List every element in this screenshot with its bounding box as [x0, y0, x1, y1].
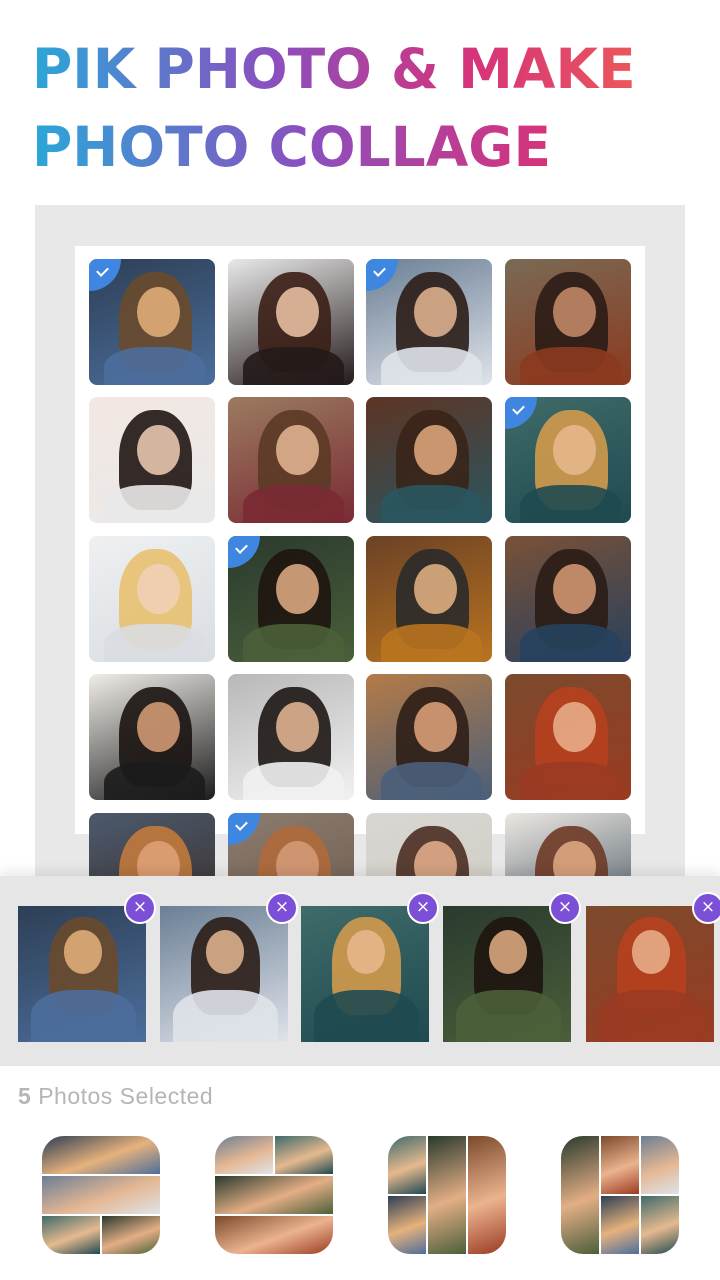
- collage-cell: [42, 1136, 160, 1174]
- gallery-photo[interactable]: [89, 674, 215, 800]
- collage-layout-3[interactable]: [388, 1136, 506, 1254]
- photos-selected-status: 5 Photos Selected: [18, 1083, 213, 1110]
- gallery-photo[interactable]: [228, 397, 354, 523]
- gallery-photo[interactable]: [228, 674, 354, 800]
- collage-cell: [468, 1136, 506, 1254]
- collage-cell: [42, 1176, 160, 1214]
- collage-cell: [601, 1196, 639, 1254]
- collage-cell: [428, 1136, 466, 1254]
- headline: PIK PHOTO & MAKE PHOTO COLLAGE: [32, 30, 712, 186]
- collage-cell: [215, 1216, 333, 1254]
- remove-photo-icon[interactable]: ×: [407, 892, 439, 924]
- selected-count: 5: [18, 1083, 32, 1109]
- gallery-photo[interactable]: [89, 259, 215, 385]
- remove-photo-icon[interactable]: ×: [266, 892, 298, 924]
- headline-line-1: PIK PHOTO & MAKE: [32, 30, 712, 108]
- headline-line-2: PHOTO COLLAGE: [32, 108, 712, 186]
- gallery-photo[interactable]: [366, 674, 492, 800]
- collage-layout-4[interactable]: [561, 1136, 679, 1254]
- collage-cell: [601, 1136, 639, 1194]
- gallery-photo[interactable]: [89, 397, 215, 523]
- selected-photo-3[interactable]: [301, 906, 429, 1042]
- collage-cell: [215, 1136, 273, 1174]
- gallery-photo[interactable]: [89, 536, 215, 662]
- selected-photo-1[interactable]: [18, 906, 146, 1042]
- selected-label: Photos Selected: [38, 1083, 214, 1109]
- photo-gallery-grid: [75, 246, 645, 886]
- collage-cell: [215, 1176, 333, 1214]
- collage-cell: [388, 1136, 426, 1194]
- gallery-photo[interactable]: [366, 536, 492, 662]
- collage-layout-2[interactable]: [215, 1136, 333, 1254]
- collage-cell: [275, 1136, 333, 1174]
- gallery-photo[interactable]: [505, 536, 631, 662]
- collage-cell: [561, 1136, 599, 1254]
- selected-photo-4[interactable]: [443, 906, 571, 1042]
- remove-photo-icon[interactable]: ×: [124, 892, 156, 924]
- remove-photo-icon[interactable]: ×: [692, 892, 720, 924]
- gallery-photo[interactable]: [366, 259, 492, 385]
- remove-photo-icon[interactable]: ×: [549, 892, 581, 924]
- collage-cell: [42, 1216, 100, 1254]
- gallery-photo[interactable]: [228, 536, 354, 662]
- collage-cell: [388, 1196, 426, 1254]
- selected-photo-2[interactable]: [160, 906, 288, 1042]
- gallery-photo[interactable]: [228, 259, 354, 385]
- collage-layout-1[interactable]: [42, 1136, 160, 1254]
- selected-photo-5[interactable]: [586, 906, 714, 1042]
- gallery-photo[interactable]: [505, 259, 631, 385]
- gallery-photo[interactable]: [505, 397, 631, 523]
- collage-cell: [102, 1216, 160, 1254]
- gallery-photo[interactable]: [505, 674, 631, 800]
- collage-cell: [641, 1136, 679, 1194]
- gallery-photo[interactable]: [366, 397, 492, 523]
- collage-cell: [641, 1196, 679, 1254]
